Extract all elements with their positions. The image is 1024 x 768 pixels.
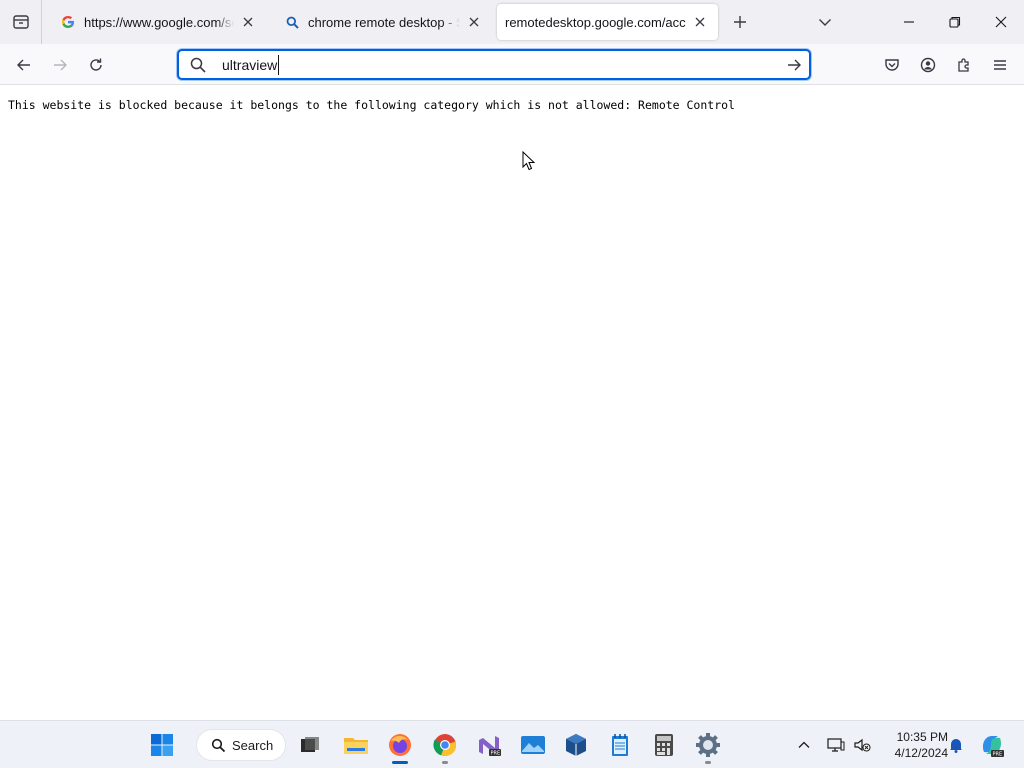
close-icon [995,16,1007,28]
show-hidden-icons-button[interactable] [789,729,819,761]
chevron-down-icon [819,19,831,26]
virtualbox-button[interactable] [560,729,592,761]
notifications-button[interactable] [942,729,970,761]
go-button[interactable] [783,54,805,76]
settings-icon [696,733,720,757]
search-icon [284,14,300,30]
close-tab-icon[interactable] [240,14,256,30]
file-explorer-button[interactable] [340,729,372,761]
search-icon [190,57,206,73]
start-button[interactable] [146,729,178,761]
calculator-button[interactable] [648,729,680,761]
minimize-icon [904,21,914,23]
notepad-icon [612,734,628,756]
search-label: Search [232,737,274,753]
search-icon [211,738,226,752]
hamburger-menu-icon [994,60,1006,70]
running-indicator [705,761,711,764]
tab-title: https://www.google.com/search?q [84,14,234,30]
close-tab-icon[interactable] [692,14,708,30]
account-icon [920,57,936,73]
firefox-view-button[interactable] [0,0,42,44]
minimize-button[interactable] [886,0,932,44]
settings-button[interactable] [692,729,724,764]
app-menu-button[interactable] [985,50,1015,80]
task-view-button[interactable] [294,729,326,761]
file-explorer-icon [344,738,368,754]
calculator-icon [655,734,673,756]
plus-icon [734,16,746,28]
screen: https://www.google.com/search?q chrome r… [0,0,1024,768]
reload-button[interactable] [81,50,111,80]
visual-studio-preview-icon: PRE [479,736,501,757]
navigation-toolbar: ultraview [0,44,1024,85]
close-window-button[interactable] [978,0,1024,44]
running-indicator [392,761,408,764]
reload-icon [90,58,102,71]
display-tray-button[interactable] [822,729,850,761]
chrome-icon [433,734,457,757]
notification-bell-icon [950,739,962,753]
photos-button[interactable] [517,729,549,761]
clock-date: 4/12/2024 [894,746,948,760]
account-button[interactable] [913,50,943,80]
chevron-up-icon [798,741,810,748]
virtualbox-icon [566,734,586,756]
list-all-tabs-button[interactable] [812,9,838,35]
forward-button[interactable] [45,50,75,80]
close-tab-icon[interactable] [466,14,482,30]
volume-tray-button[interactable] [848,729,876,761]
svg-text:PRE: PRE [491,751,501,757]
task-view-icon [301,737,319,752]
sound-muted-icon [854,738,871,752]
photos-icon [521,736,545,754]
google-g-icon [60,14,76,30]
tab-remotedesktop[interactable]: remotedesktop.google.com/access [497,4,718,40]
address-input[interactable]: ultraview [222,55,280,75]
tab-google-search[interactable]: https://www.google.com/search?q [48,4,266,40]
puzzle-icon [958,58,969,72]
chrome-button[interactable] [429,729,461,764]
restore-icon [949,16,961,28]
system-clock[interactable]: 10:35 PM 4/12/2024 [878,729,948,761]
start-menu-icon [151,734,173,756]
tab-chrome-remote-desktop-search[interactable]: chrome remote desktop - Search [272,4,492,40]
firefox-button[interactable] [384,729,416,764]
tab-title: remotedesktop.google.com/access [505,14,686,30]
visual-studio-preview-button[interactable]: PRE [473,729,505,761]
back-button[interactable] [9,50,39,80]
tab-title: chrome remote desktop - Search [308,14,460,30]
display-icon [827,738,845,752]
taskbar-search-box[interactable]: Search [196,729,286,761]
restore-button[interactable] [932,0,978,44]
firefox-view-icon [12,15,29,29]
tab-strip: https://www.google.com/search?q chrome r… [0,0,1024,44]
clock-time: 10:35 PM [896,730,948,744]
running-indicator [442,761,448,764]
new-tab-button[interactable] [727,9,753,35]
taskbar: Search PRE 10:35 PM 4/12/2024 PRE [0,720,1024,768]
arrow-left-icon [17,59,30,71]
address-bar[interactable]: ultraview [177,49,811,80]
copilot-preview-icon: PRE [982,736,1004,758]
pocket-button[interactable] [877,50,907,80]
notepad-button[interactable] [604,729,636,761]
copilot-button[interactable]: PRE [976,729,1008,761]
pocket-icon [885,59,899,71]
page-content: This website is blocked because it belon… [0,85,1024,720]
mouse-pointer-icon [522,151,536,171]
firefox-icon [389,734,411,756]
blocked-message: This website is blocked because it belon… [8,98,735,112]
svg-text:PRE: PRE [993,752,1003,758]
arrow-right-icon [788,59,801,71]
arrow-right-icon [54,59,67,71]
extensions-button[interactable] [949,50,979,80]
